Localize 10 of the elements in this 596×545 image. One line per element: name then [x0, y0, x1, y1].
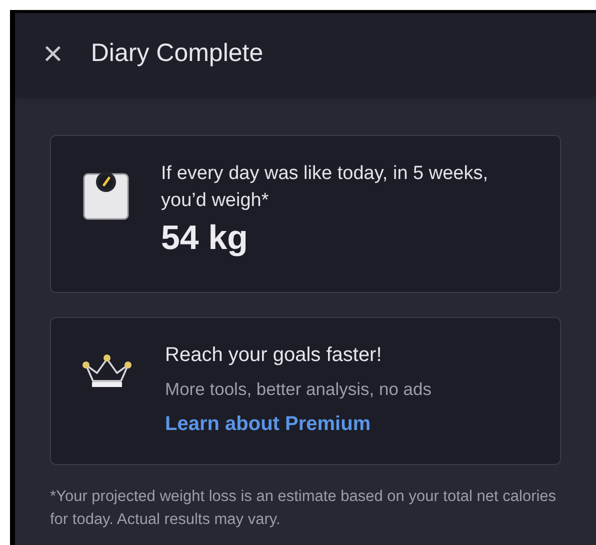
crown-icon	[81, 353, 133, 389]
premium-link[interactable]: Learn about Premium	[165, 408, 432, 440]
scale-icon	[83, 170, 129, 220]
footnote-text: *Your projected weight loss is an estimate based on your total net calories for today. Actual results may vary.	[50, 487, 558, 530]
premium-subtitle: More tools, better analysis, no ads	[165, 378, 432, 401]
projected-weight: 54 kg	[161, 218, 249, 259]
header-title: Diary Complete	[90, 38, 264, 70]
projection-text: If every day was like today, in 5 weeks, you’d weigh*	[161, 162, 490, 213]
premium-title: Reach your goals faster!	[165, 343, 383, 368]
close-button[interactable]: ×	[43, 37, 63, 71]
